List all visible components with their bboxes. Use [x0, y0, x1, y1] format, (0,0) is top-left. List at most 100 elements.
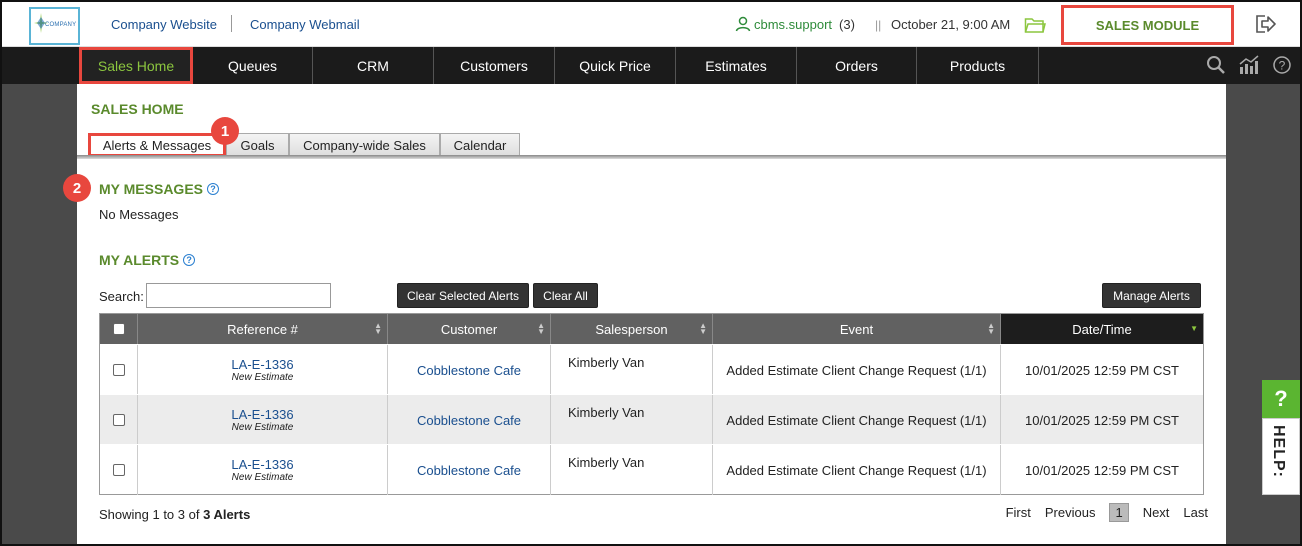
col-salesperson-label: Salesperson [595, 321, 668, 337]
folder-icon[interactable] [1024, 16, 1046, 34]
event-cell: Added Estimate Client Change Request (1/… [713, 395, 1001, 445]
sort-icon: ▲ ▼ [374, 321, 382, 336]
customer-link[interactable]: Cobblestone Cafe [417, 363, 521, 378]
col-event[interactable]: Event ▲ ▼ [713, 314, 1001, 344]
customer-link[interactable]: Cobblestone Cafe [417, 413, 521, 428]
nav-tools: ? [1206, 55, 1292, 75]
app-frame: COMPANY Company Website Company Webmail … [0, 0, 1302, 546]
clear-all-button[interactable]: Clear All [533, 283, 598, 308]
reference-type: New Estimate [231, 372, 294, 383]
search-icon[interactable] [1206, 55, 1226, 75]
tab-company-wide-sales[interactable]: Company-wide Sales [289, 133, 440, 157]
pager-current-page[interactable]: 1 [1109, 503, 1129, 522]
logout-icon[interactable] [1255, 14, 1277, 34]
customer-cell: Cobblestone Cafe [388, 345, 551, 395]
sales-module-button[interactable]: SALES MODULE [1061, 5, 1234, 45]
salesperson-cell: Kimberly Van [551, 395, 713, 445]
event-cell: Added Estimate Client Change Request (1/… [713, 445, 1001, 495]
table-row: LA-E-1336 New Estimate Cobblestone Cafe … [100, 444, 1203, 495]
alerts-help-icon[interactable]: ? [183, 254, 196, 266]
company-logo[interactable]: COMPANY [29, 7, 80, 45]
salesperson-cell: Kimberly Van [551, 445, 713, 495]
nav-sales-home[interactable]: Sales Home [79, 47, 193, 84]
col-customer[interactable]: Customer ▲ ▼ [388, 314, 551, 344]
reference-link[interactable]: LA-E-1336 [231, 457, 293, 472]
help-side-tab[interactable]: ? HELP: [1262, 380, 1300, 495]
nav-estimates[interactable]: Estimates [676, 47, 797, 84]
nav-customers[interactable]: Customers [434, 47, 555, 84]
pager-next[interactable]: Next [1143, 505, 1170, 520]
company-webmail-link[interactable]: Company Webmail [250, 17, 360, 32]
col-datetime[interactable]: Date/Time ▼ [1001, 314, 1203, 344]
nav-quick-price[interactable]: Quick Price [555, 47, 676, 84]
datetime-cell: 10/01/2025 12:59 PM CST [1025, 462, 1179, 478]
col-reference[interactable]: Reference # ▲ ▼ [138, 314, 388, 344]
help-circle-icon[interactable]: ? [1272, 55, 1292, 75]
company-website-link[interactable]: Company Website [111, 17, 217, 32]
col-salesperson[interactable]: Salesperson ▲ ▼ [551, 314, 713, 344]
nav-crm[interactable]: CRM [313, 47, 434, 84]
col-event-label: Event [839, 321, 874, 337]
my-messages-heading: MY MESSAGES ? [99, 181, 219, 197]
reference-cell: LA-E-1336 New Estimate [138, 445, 388, 495]
my-messages-title: MY MESSAGES [99, 181, 203, 197]
help-question-icon: ? [1262, 380, 1300, 418]
col-datetime-label: Date/Time [1072, 321, 1132, 337]
nav-queues[interactable]: Queues [193, 47, 313, 84]
messages-help-icon[interactable]: ? [207, 183, 219, 195]
table-header: Reference # ▲ ▼ Customer ▲ ▼ Salesperson ▲… [100, 314, 1203, 344]
row-checkbox[interactable] [112, 364, 125, 376]
reference-link[interactable]: LA-E-1336 [231, 407, 293, 422]
datetime-cell: 10/01/2025 12:59 PM CST [1025, 412, 1179, 428]
table-row: LA-E-1336 New Estimate Cobblestone Cafe … [100, 394, 1203, 445]
manage-alerts-button[interactable]: Manage Alerts [1102, 283, 1201, 308]
nav-orders[interactable]: Orders [797, 47, 917, 84]
row-checkbox[interactable] [112, 414, 125, 426]
content-panel: SALES HOME Alerts & Messages Goals Compa… [63, 84, 1226, 544]
nav-products[interactable]: Products [917, 47, 1039, 84]
user-menu[interactable]: cbms.support (3) [735, 16, 855, 32]
help-label-box: HELP: [1262, 418, 1300, 495]
page-title: SALES HOME [91, 101, 184, 117]
clear-selected-alerts-button[interactable]: Clear Selected Alerts [397, 283, 529, 308]
pager-previous[interactable]: Previous [1045, 505, 1096, 520]
reference-type: New Estimate [231, 422, 294, 433]
user-notification-count: (3) [839, 16, 855, 32]
tab-alerts-messages[interactable]: Alerts & Messages [88, 133, 226, 157]
reference-link[interactable]: LA-E-1336 [231, 357, 293, 372]
datetime-cell: 10/01/2025 12:59 PM CST [1025, 362, 1179, 378]
svg-text:?: ? [1279, 59, 1286, 73]
table-body: LA-E-1336 New Estimate Cobblestone Cafe … [100, 344, 1203, 495]
main-nav: Sales Home Queues CRM Customers Quick Pr… [2, 47, 1300, 84]
table-row: LA-E-1336 New Estimate Cobblestone Cafe … [100, 344, 1203, 395]
search-label: Search: [99, 289, 144, 304]
user-icon [735, 16, 751, 32]
my-alerts-title: MY ALERTS [99, 252, 180, 268]
salesperson-cell: Kimberly Van [551, 345, 713, 395]
row-checkbox[interactable] [112, 464, 125, 476]
customer-cell: Cobblestone Cafe [388, 445, 551, 495]
search-input[interactable] [146, 283, 331, 308]
top-bar: COMPANY Company Website Company Webmail … [2, 2, 1300, 47]
top-link-divider [231, 15, 232, 32]
current-datetime: October 21, 9:00 AM [891, 17, 1011, 32]
my-alerts-heading: MY ALERTS ? [99, 252, 196, 268]
select-all-cell [100, 314, 138, 344]
showing-text: Showing 1 to 3 of [99, 507, 200, 522]
tab-calendar[interactable]: Calendar [440, 133, 520, 157]
col-reference-label: Reference # [227, 321, 298, 337]
customer-cell: Cobblestone Cafe [388, 395, 551, 445]
showing-total: 3 Alerts [203, 507, 251, 522]
sort-icon: ▲ ▼ [699, 321, 707, 336]
callout-badge-2: 2 [63, 174, 91, 202]
reference-cell: LA-E-1336 New Estimate [138, 395, 388, 445]
sort-icon: ▲ ▼ [537, 321, 545, 336]
select-all-checkbox[interactable] [112, 323, 125, 335]
sort-icon: ▲ ▼ [987, 321, 995, 336]
pager-first[interactable]: First [1006, 505, 1031, 520]
customer-link[interactable]: Cobblestone Cafe [417, 463, 521, 478]
pager-last[interactable]: Last [1183, 505, 1208, 520]
reference-type: New Estimate [231, 472, 294, 483]
row-select-cell [100, 445, 138, 495]
analytics-chart-icon[interactable] [1238, 55, 1260, 75]
